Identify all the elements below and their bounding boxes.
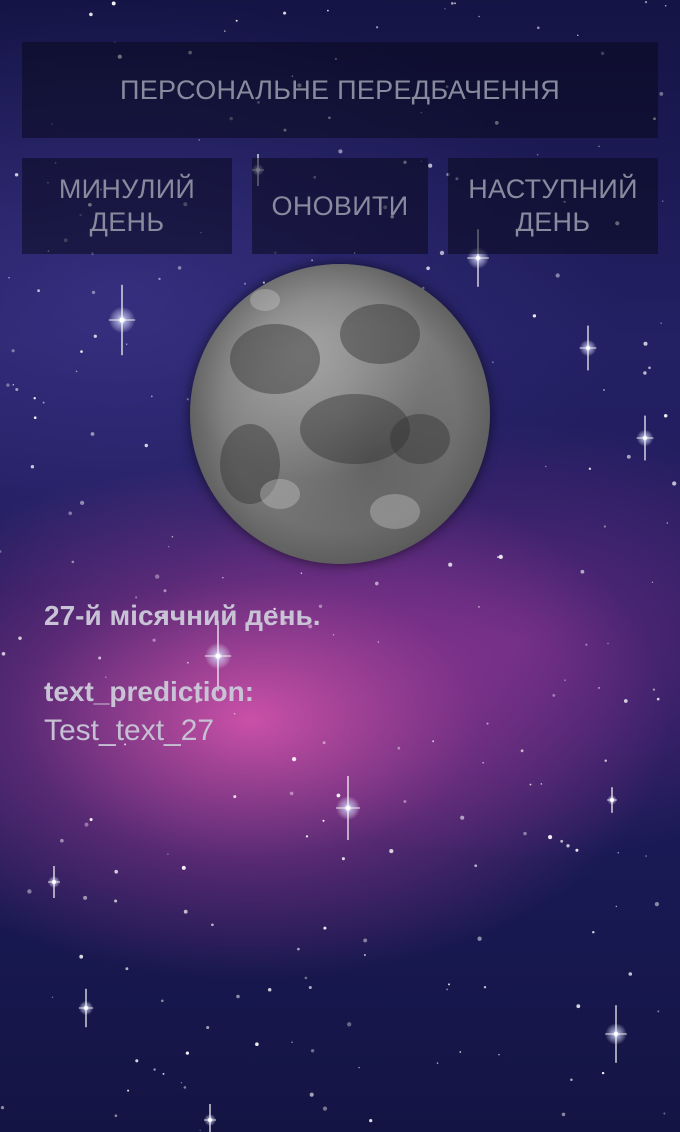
- moon-image: [190, 264, 490, 564]
- personal-prediction-button[interactable]: ПЕРСОНАЛЬНЕ ПЕРЕДБАЧЕННЯ: [22, 42, 658, 138]
- lunar-day-title: 27-й місячний день.: [44, 600, 321, 631]
- previous-day-button[interactable]: МИНУЛИЙ ДЕНЬ: [22, 158, 232, 254]
- next-day-button[interactable]: НАСТУПНИЙ ДЕНЬ: [448, 158, 658, 254]
- prediction-text: Test_text_27: [44, 714, 215, 747]
- refresh-button[interactable]: ОНОВИТИ: [252, 158, 428, 254]
- prediction-label: text_prediction:: [44, 676, 255, 707]
